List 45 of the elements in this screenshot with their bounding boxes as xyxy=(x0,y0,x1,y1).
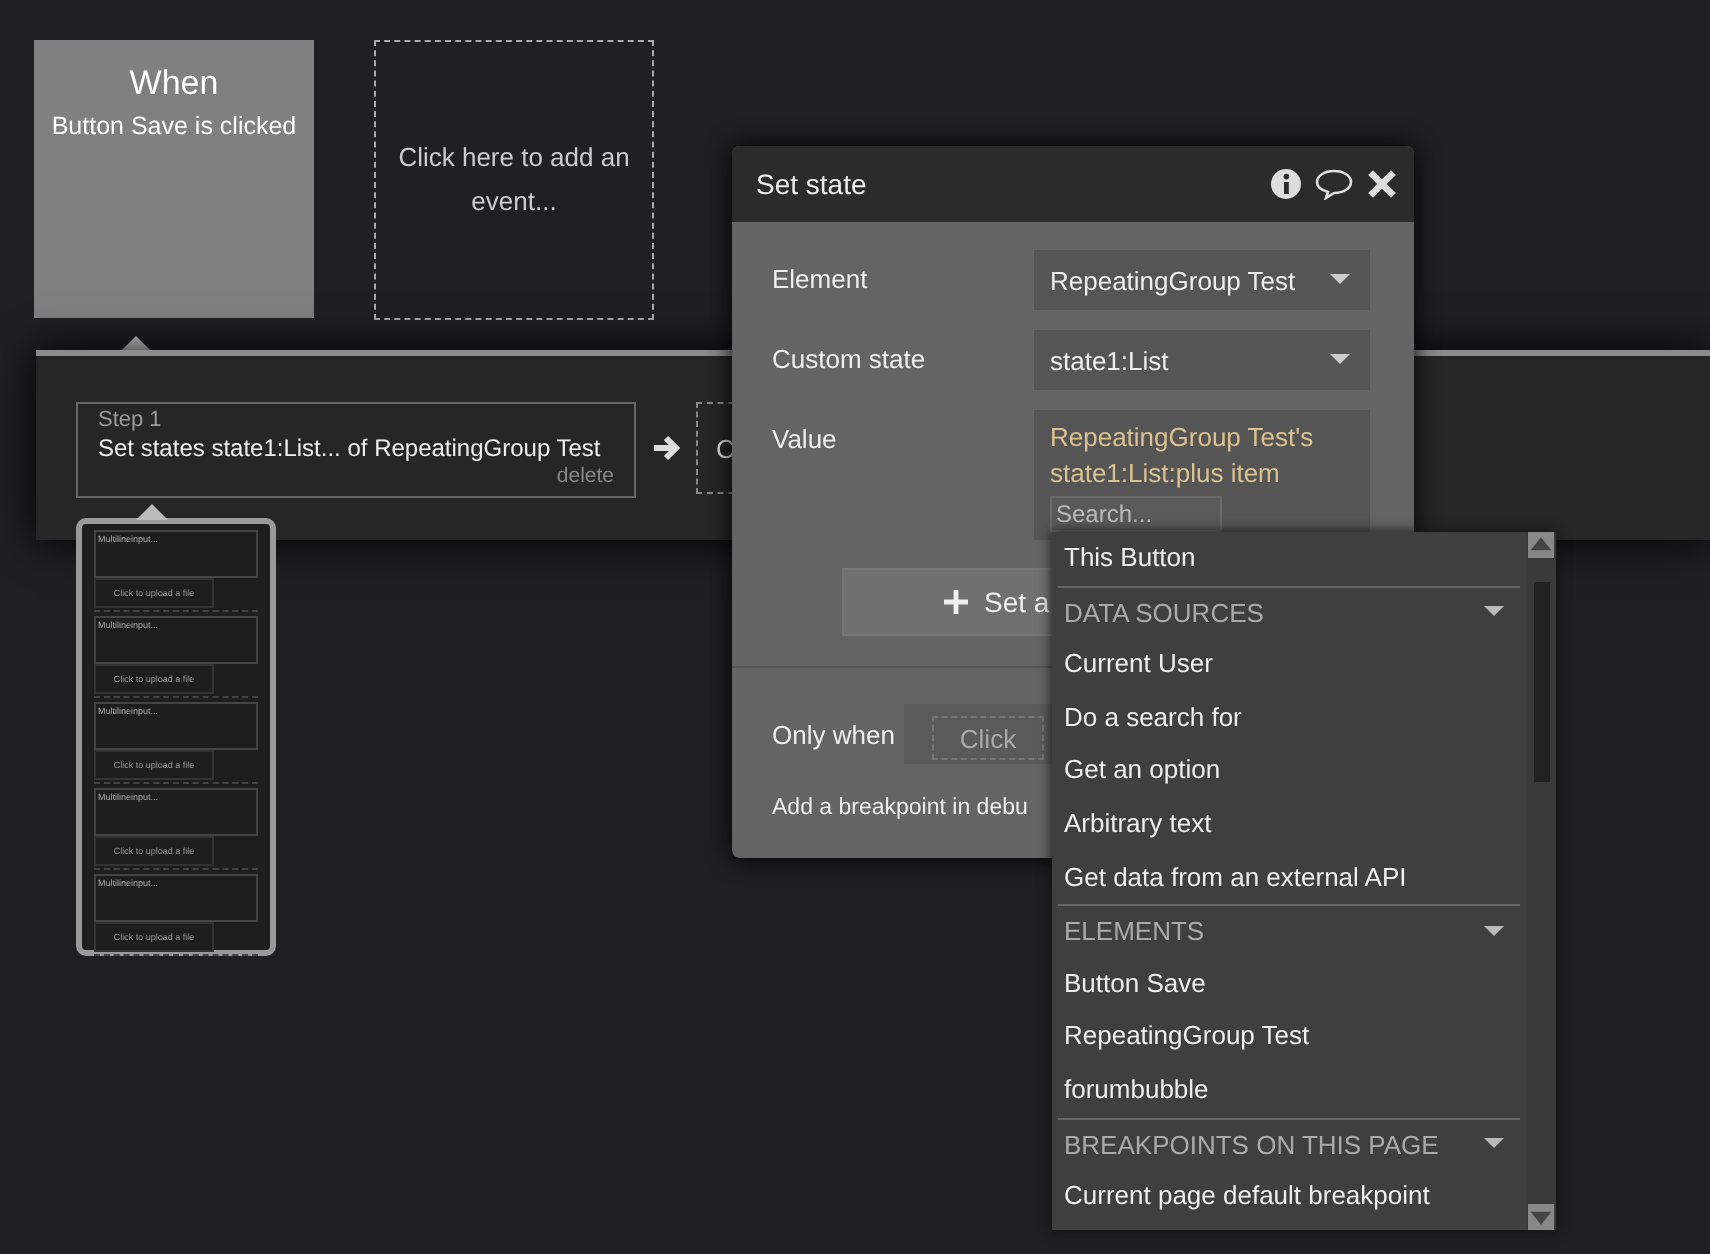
condition-field[interactable]: Click xyxy=(932,716,1044,760)
menu-item[interactable]: RepeatingGroup Test xyxy=(1058,1010,1520,1064)
field-label: Custom state xyxy=(772,342,928,374)
close-icon[interactable] xyxy=(1366,168,1398,200)
section-header: ELEMENTS xyxy=(1064,916,1205,947)
menu-item[interactable]: Get data from an external API xyxy=(1058,851,1520,905)
scrollbar-thumb[interactable] xyxy=(1533,582,1549,782)
field-label: Value xyxy=(772,422,839,454)
step-card[interactable]: Step 1 Set states state1:List... of RepeatingGroup Test delete xyxy=(76,402,636,498)
menu-item[interactable]: Get an option xyxy=(1058,744,1520,798)
menu-item[interactable]: Do a search for xyxy=(1058,691,1520,745)
scroll-up-icon[interactable] xyxy=(1528,532,1554,558)
caret-icon[interactable] xyxy=(1484,925,1504,938)
caret-icon[interactable] xyxy=(1484,1138,1504,1151)
menu-item[interactable]: Current User xyxy=(1058,638,1520,692)
dropdown-field[interactable]: state1:List xyxy=(1034,330,1370,390)
comment-icon[interactable] xyxy=(1314,168,1354,200)
menu-item[interactable]: Button Save xyxy=(1058,957,1520,1011)
pointer-icon xyxy=(136,504,168,520)
event-card[interactable]: When Button Save is clicked xyxy=(34,40,314,318)
menu-item[interactable]: Current page default breakpoint xyxy=(1058,1170,1520,1224)
dropdown-field[interactable]: RepeatingGroup Test xyxy=(1034,250,1370,310)
dialog-title: Set state xyxy=(756,168,869,200)
field-label: Element xyxy=(772,262,870,294)
event-title: When xyxy=(127,64,221,104)
menu-item[interactable]: Arbitrary text xyxy=(1058,797,1520,852)
event-subtitle: Button Save is clicked xyxy=(49,112,299,140)
scroll-down-icon[interactable] xyxy=(1528,1204,1554,1230)
add-event-button[interactable]: Click here to add an event... xyxy=(374,40,654,320)
field-label: Only when xyxy=(772,719,897,749)
info-icon[interactable] xyxy=(1270,168,1302,200)
search-field[interactable]: Search... xyxy=(1050,496,1222,532)
plus-icon xyxy=(944,590,968,614)
section-header: BREAKPOINTS ON THIS PAGE xyxy=(1064,1129,1439,1160)
step-action: Set states state1:List... of RepeatingGroup Test xyxy=(98,432,603,464)
delete-link[interactable]: delete xyxy=(556,464,614,488)
step-label: Step 1 xyxy=(98,408,164,432)
scrollbar[interactable] xyxy=(1526,532,1556,1230)
menu-item[interactable]: forumbubble xyxy=(1058,1063,1520,1118)
arrow-icon xyxy=(652,434,680,462)
caret-icon xyxy=(1330,354,1350,366)
caret-icon[interactable] xyxy=(1484,606,1504,619)
breakpoint-label: Add a breakpoint in debu xyxy=(772,796,1028,820)
expression-text[interactable]: RepeatingGroup Test's state1:List:plus item xyxy=(1050,420,1354,492)
caret-icon xyxy=(1330,274,1350,286)
